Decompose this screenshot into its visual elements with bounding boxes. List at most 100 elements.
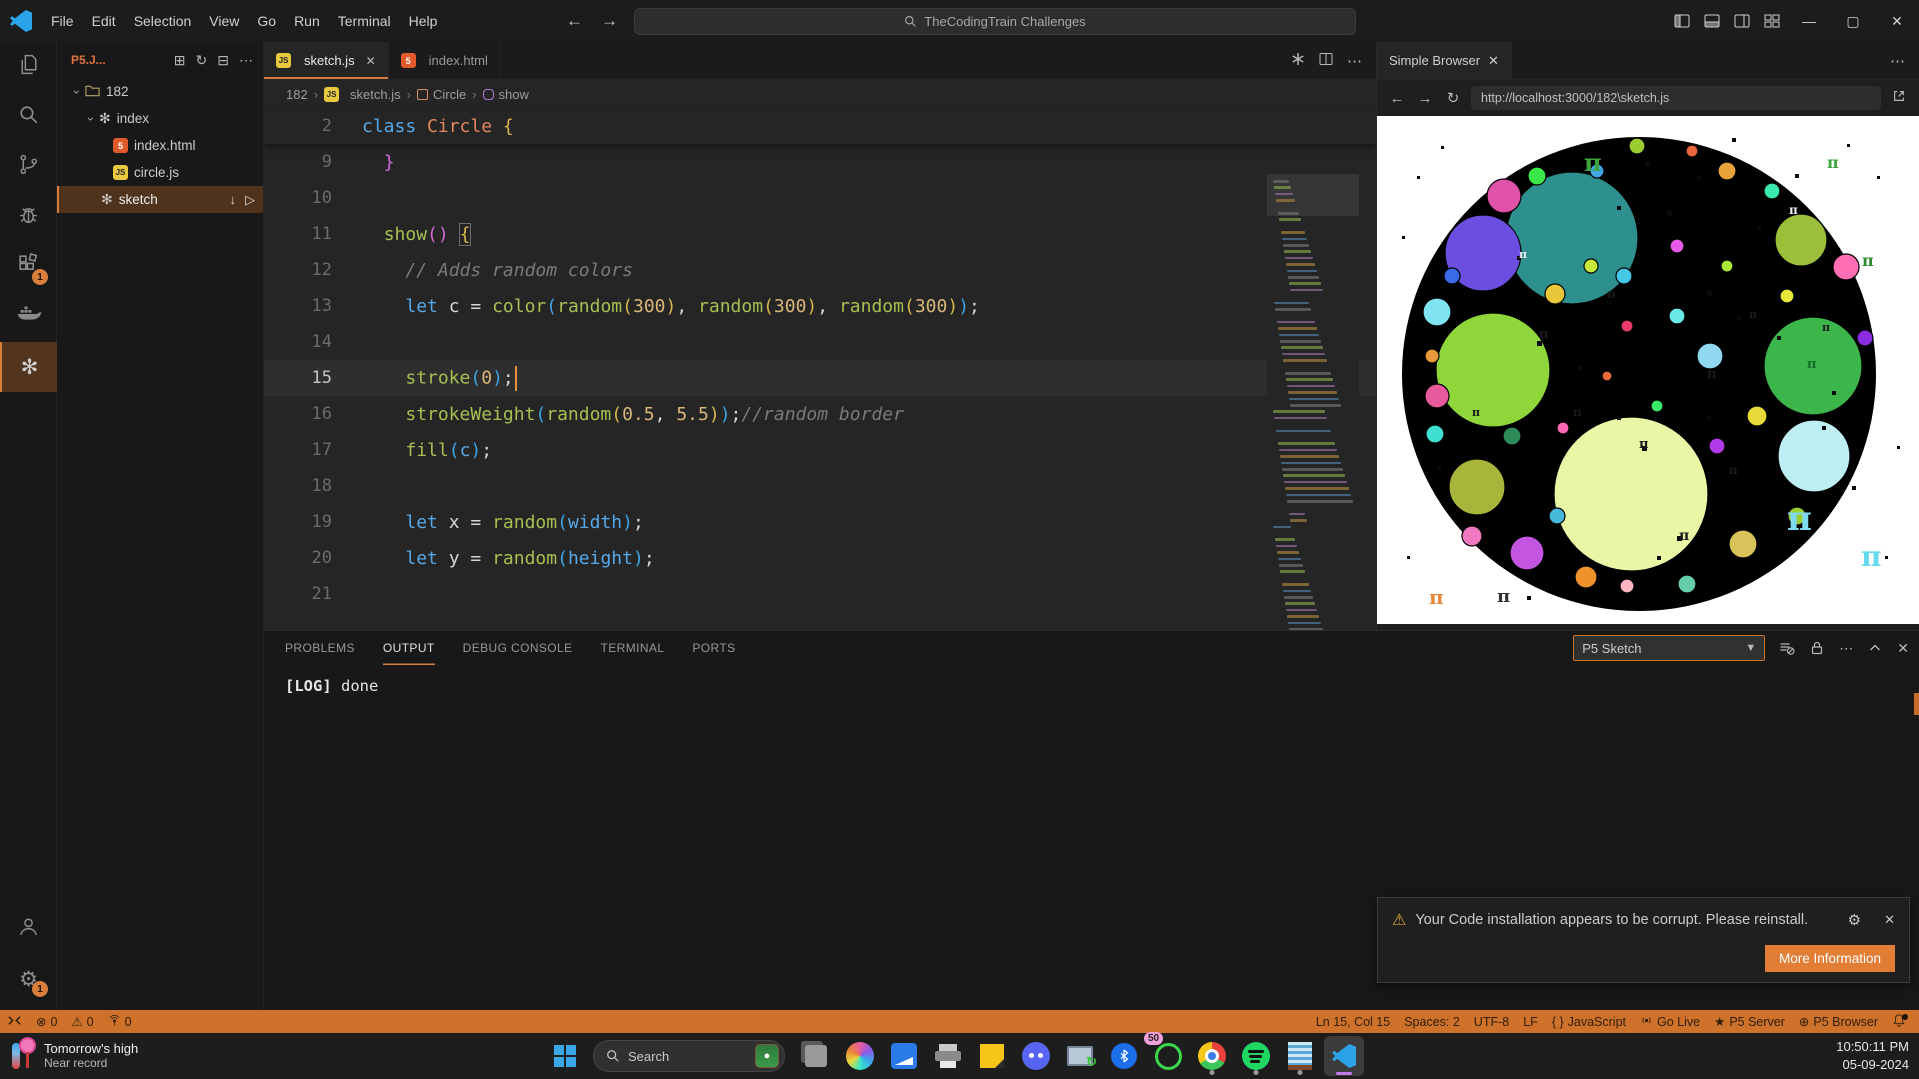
tree-item-index[interactable]: ›✻index <box>57 105 263 132</box>
panel-tab-terminal[interactable]: TERMINAL <box>601 631 665 665</box>
output-channel-select[interactable]: P5 Sketch ▼ <box>1573 635 1765 661</box>
tree-item-182[interactable]: ›182 <box>57 78 263 105</box>
breadcrumb[interactable]: 182›JSsketch.js›Circle›show <box>264 80 1376 108</box>
taskbar-app-printer[interactable] <box>928 1036 968 1076</box>
taskbar-search[interactable]: Search ● <box>593 1040 785 1072</box>
history-back-icon[interactable]: ← <box>566 11 583 31</box>
breadcrumb-show[interactable]: show <box>483 87 529 102</box>
taskbar-app-chrome[interactable] <box>1192 1036 1232 1076</box>
weather-widget[interactable]: Tomorrow's high Near record <box>8 1037 138 1073</box>
panel-tab-problems[interactable]: PROBLEMS <box>285 631 355 665</box>
more-actions-icon[interactable]: ⋯ <box>1839 640 1853 657</box>
status-lf[interactable]: LF <box>1516 1015 1545 1029</box>
menu-run[interactable]: Run <box>285 7 329 35</box>
browser-reload-icon[interactable]: ↻ <box>1443 89 1463 107</box>
notifications-bell-icon[interactable] <box>1885 1013 1913 1030</box>
breadcrumb-Circle[interactable]: Circle <box>417 87 466 102</box>
lock-icon[interactable] <box>1809 640 1825 656</box>
p5-browser-button[interactable]: ⊕P5 Browser <box>1792 1014 1885 1029</box>
gear-icon[interactable]: ⚙ <box>1848 911 1861 929</box>
panel-tab-debug-console[interactable]: DEBUG CONSOLE <box>463 631 573 665</box>
close-panel-icon[interactable]: ✕ <box>1897 640 1909 657</box>
activity-docker[interactable] <box>0 292 57 342</box>
javascript-mode[interactable]: { }JavaScript <box>1545 1015 1633 1029</box>
menu-file[interactable]: File <box>42 7 83 35</box>
activity-p5[interactable]: ✻ <box>0 342 57 392</box>
status-spaces-2[interactable]: Spaces: 2 <box>1397 1015 1467 1029</box>
taskbar-app-window[interactable] <box>796 1036 836 1076</box>
command-center-search[interactable]: TheCodingTrain Challenges <box>634 8 1356 35</box>
start-button[interactable] <box>548 1039 582 1073</box>
taskbar-app-discord[interactable] <box>1016 1036 1056 1076</box>
activity-accounts[interactable] <box>0 904 57 954</box>
panel-tab-ports[interactable]: PORTS <box>692 631 735 665</box>
browser-forward-icon[interactable]: → <box>1415 90 1435 107</box>
panel-scrollbar[interactable] <box>1914 693 1919 715</box>
tree-item-index-html[interactable]: ›5index.html <box>57 132 263 159</box>
taskbar-app-bluetooth[interactable] <box>1104 1036 1144 1076</box>
taskbar-app-vscode[interactable] <box>1324 1036 1364 1076</box>
menu-edit[interactable]: Edit <box>83 7 125 35</box>
more-actions-icon[interactable]: ⋯ <box>1347 52 1362 70</box>
url-input[interactable]: http://localhost:3000/182\sketch.js <box>1471 86 1881 110</box>
editor-pane[interactable]: JSsketch.js✕5index.html ⋯ 182›JSsketch.js… <box>264 42 1376 630</box>
tab-simple-browser[interactable]: Simple Browser ✕ <box>1377 42 1512 79</box>
taskbar-app-copilot[interactable] <box>840 1036 880 1076</box>
menu-terminal[interactable]: Terminal <box>329 7 400 35</box>
chevron-up-icon[interactable] <box>1867 640 1883 656</box>
status-utf-8[interactable]: UTF-8 <box>1467 1015 1516 1029</box>
menu-go[interactable]: Go <box>248 7 285 35</box>
breadcrumb-sketch-js[interactable]: JSsketch.js <box>324 87 401 102</box>
errors-count[interactable]: ⊗0 <box>29 1014 64 1029</box>
activity-explorer[interactable] <box>0 42 57 92</box>
tree-item-circle-js[interactable]: ›JScircle.js <box>57 159 263 186</box>
customize-layout-icon[interactable] <box>1757 0 1787 42</box>
download-icon[interactable]: ↓ <box>230 192 237 208</box>
activity-search[interactable] <box>0 92 57 142</box>
open-external-icon[interactable] <box>1889 89 1909 107</box>
refresh-icon[interactable]: ↻ <box>196 52 208 69</box>
code-editor[interactable]: 2class Circle { 9 }1011 show() {12 // Ad… <box>264 108 1376 630</box>
clear-output-icon[interactable] <box>1779 640 1795 656</box>
warnings-count[interactable]: ⚠0 <box>64 1014 100 1029</box>
menu-view[interactable]: View <box>200 7 248 35</box>
run-p5-sketch-icon[interactable] <box>1291 52 1305 70</box>
more-icon[interactable]: ⋯ <box>239 52 253 69</box>
taskbar-app-scan[interactable] <box>884 1036 924 1076</box>
go-live-button[interactable]: Go Live <box>1633 1014 1707 1030</box>
maximize-button[interactable]: ▢ <box>1831 0 1875 42</box>
activity-source-control[interactable] <box>0 142 57 192</box>
status-ln-15-col-15[interactable]: Ln 15, Col 15 <box>1309 1015 1397 1029</box>
taskbar-app-sticky[interactable] <box>972 1036 1012 1076</box>
activity-settings[interactable]: ⚙1 <box>0 954 57 1004</box>
minimap[interactable] <box>1267 174 1359 630</box>
tab-sketch-js[interactable]: JSsketch.js✕ <box>264 42 389 79</box>
close-icon[interactable]: ✕ <box>1488 53 1499 69</box>
activity-extensions[interactable]: 1 <box>0 242 57 292</box>
toggle-sidebar-icon[interactable] <box>1667 0 1697 42</box>
breadcrumb-182[interactable]: 182 <box>286 87 308 102</box>
tree-item-sketch[interactable]: ›✻sketch↓▷ <box>57 186 263 213</box>
taskbar-clock[interactable]: 10:50:11 PM 05-09-2024 <box>1836 1038 1909 1074</box>
activity-run-debug[interactable] <box>0 192 57 242</box>
new-file-icon[interactable]: ⊞ <box>174 52 186 69</box>
more-information-button[interactable]: More Information <box>1765 945 1895 972</box>
browser-back-icon[interactable]: ← <box>1387 90 1407 107</box>
panel-tab-output[interactable]: OUTPUT <box>383 631 435 665</box>
tab-index-html[interactable]: 5index.html <box>389 42 501 79</box>
close-button[interactable]: ✕ <box>1875 0 1919 42</box>
more-actions-icon[interactable]: ⋯ <box>1890 52 1919 70</box>
menu-selection[interactable]: Selection <box>125 7 201 35</box>
run-icon[interactable]: ▷ <box>245 192 255 208</box>
remote-icon[interactable] <box>0 1014 29 1030</box>
menu-help[interactable]: Help <box>400 7 447 35</box>
history-forward-icon[interactable]: → <box>601 11 618 31</box>
split-editor-icon[interactable] <box>1319 52 1333 70</box>
close-icon[interactable]: ✕ <box>1884 912 1895 928</box>
toggle-secondary-sidebar-icon[interactable] <box>1727 0 1757 42</box>
collapse-icon[interactable]: ⊟ <box>217 52 229 69</box>
taskbar-app-spotify[interactable] <box>1236 1036 1276 1076</box>
ports-count[interactable]: 0 <box>101 1014 139 1030</box>
minimize-button[interactable]: — <box>1787 0 1831 42</box>
taskbar-app-notes[interactable] <box>1280 1036 1320 1076</box>
